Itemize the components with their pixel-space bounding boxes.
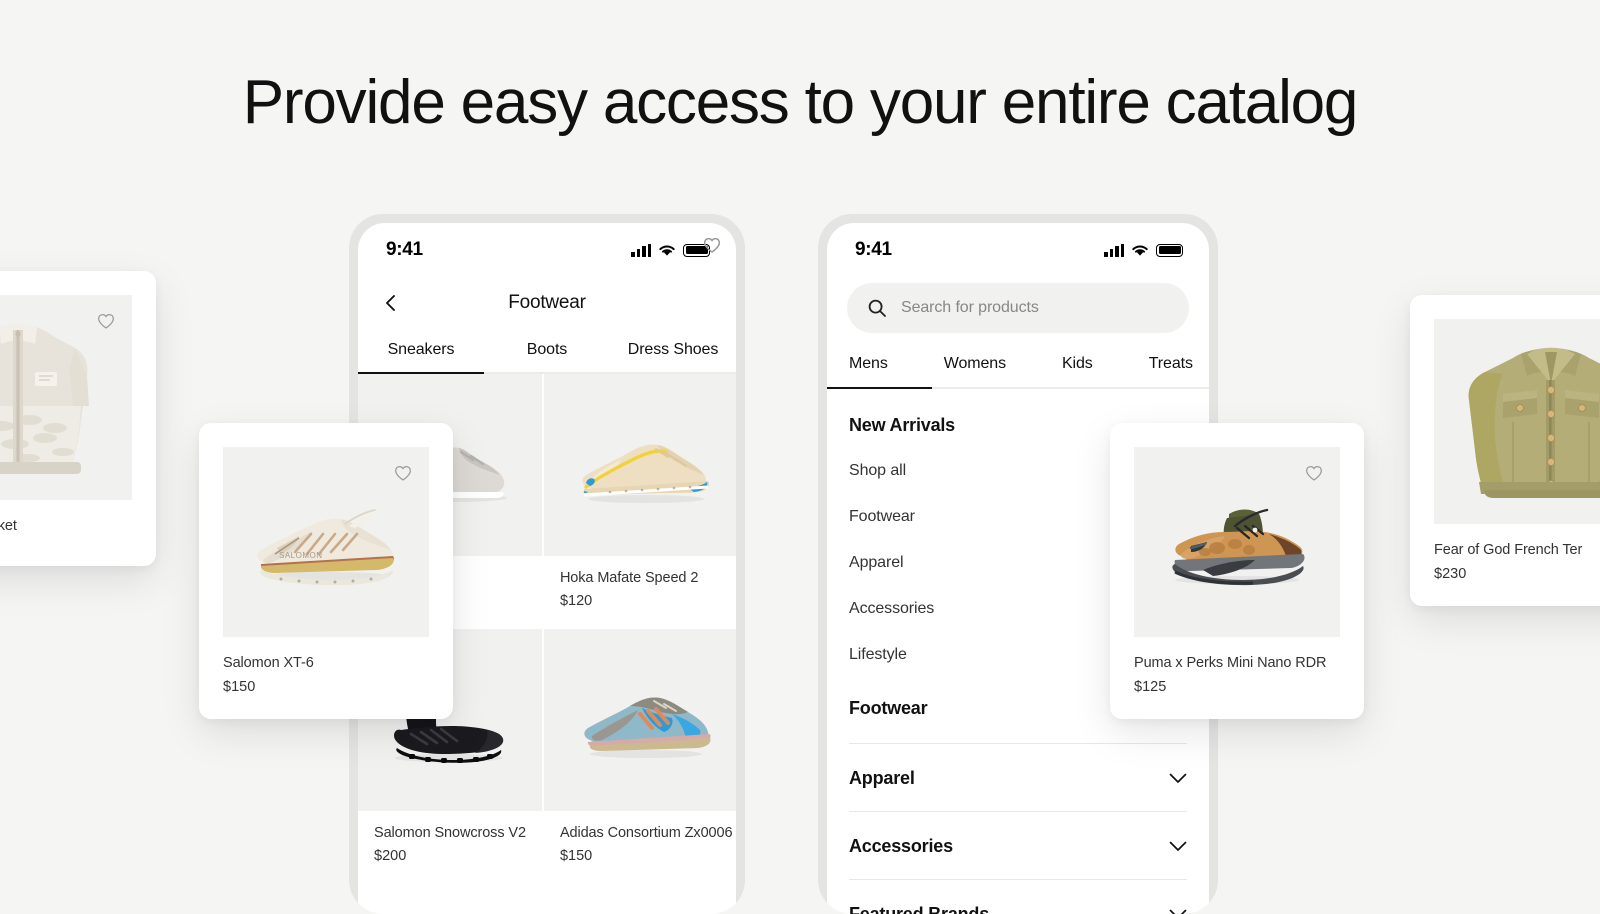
tab-dress-shoes[interactable]: Dress Shoes [610, 341, 736, 374]
product-thumbnail [1434, 319, 1600, 524]
floating-product-card-denali[interactable]: ace Denali Jacket [0, 271, 156, 566]
status-bar: 9:41 [827, 223, 1209, 277]
svg-text:SALOMON: SALOMON [279, 551, 323, 560]
product-meta: Hoka Mafate Speed 2 $120 [544, 556, 736, 627]
accordion-apparel[interactable]: Apparel [849, 743, 1187, 811]
heart-icon[interactable] [1304, 463, 1324, 483]
search-container: Search for products [827, 277, 1209, 333]
floating-product-card-puma[interactable]: Puma x Perks Mini Nano RDR $125 [1110, 423, 1364, 719]
product-name: ace Denali Jacket [0, 518, 132, 534]
product-thumbnail [544, 374, 736, 556]
wifi-icon [658, 244, 676, 257]
signal-icon [631, 244, 651, 257]
product-image-hoka-mafate [570, 419, 722, 511]
status-bar: 9:41 [358, 223, 736, 277]
status-time: 9:41 [855, 239, 892, 261]
heart-icon[interactable] [96, 311, 116, 331]
tab-sneakers[interactable]: Sneakers [358, 341, 484, 374]
tab-boots[interactable]: Boots [484, 341, 610, 374]
navbar-title: Footwear [358, 292, 736, 314]
product-price: $230 [1434, 566, 1600, 582]
product-name: Adidas Consortium Zx0006 [560, 825, 733, 841]
status-time: 9:41 [386, 239, 423, 261]
chevron-left-icon[interactable] [380, 292, 402, 314]
tab-active-underline [827, 387, 932, 390]
tab-mens[interactable]: Mens [849, 355, 944, 389]
product-image-salomon-xt6: SALOMON [241, 496, 411, 588]
audience-tabs: Mens Womens Kids Treats [827, 333, 1209, 389]
product-price: $120 [560, 593, 733, 609]
chevron-down-icon[interactable] [1169, 909, 1187, 914]
navbar: Footwear [358, 277, 736, 329]
product-name: Salomon Snowcross V2 [374, 825, 526, 841]
battery-icon [1156, 244, 1183, 257]
accordion-featured-brands[interactable]: Featured Brands [849, 879, 1187, 914]
search-placeholder: Search for products [901, 299, 1039, 317]
product-name: Salomon XT-6 [223, 655, 429, 671]
product-name: Hoka Mafate Speed 2 [560, 570, 733, 586]
heart-icon[interactable] [393, 463, 413, 483]
floating-product-card-salomon[interactable]: SALOMON Salomon XT-6 $150 [199, 423, 453, 719]
chevron-down-icon[interactable] [1169, 773, 1187, 784]
product-image-fog-trucker-jacket [1441, 332, 1600, 512]
status-icons [631, 244, 710, 257]
chevron-down-icon[interactable] [1169, 841, 1187, 852]
category-tabs: Sneakers Boots Dress Shoes [358, 329, 736, 374]
product-cell[interactable]: Hoka Mafate Speed 2 $120 [544, 374, 736, 627]
product-thumbnail [544, 629, 736, 811]
product-name: Puma x Perks Mini Nano RDR [1134, 655, 1340, 671]
product-price: $200 [374, 848, 526, 864]
product-price: $125 [1134, 679, 1340, 695]
product-image-puma-nano-rdr [1151, 492, 1323, 592]
search-icon [867, 298, 887, 318]
signal-icon [1104, 244, 1124, 257]
accordion-accessories[interactable]: Accessories [849, 811, 1187, 879]
wifi-icon [1131, 244, 1149, 257]
product-name: Fear of God French Ter [1434, 542, 1600, 558]
product-cell[interactable]: Adidas Consortium Zx0006 $150 [544, 629, 736, 882]
product-meta: Salomon Snowcross V2 $200 [358, 811, 542, 882]
product-image-denali-jacket [0, 310, 113, 485]
product-price: $150 [560, 848, 733, 864]
accordion-label: Apparel [849, 768, 915, 789]
product-image-adidas-zx0006 [570, 674, 722, 766]
tab-treats[interactable]: Treats [1149, 355, 1209, 389]
status-icons [1104, 244, 1183, 257]
tab-kids[interactable]: Kids [1062, 355, 1149, 389]
heart-icon[interactable] [702, 235, 722, 255]
product-price: $150 [223, 679, 429, 695]
product-meta: Adidas Consortium Zx0006 $150 [544, 811, 736, 882]
accordion-label: Accessories [849, 836, 953, 857]
tab-womens[interactable]: Womens [944, 355, 1062, 389]
floating-product-card-fear-of-god[interactable]: Fear of God French Ter $230 [1410, 295, 1600, 606]
search-input[interactable]: Search for products [847, 283, 1189, 333]
page-title: Provide easy access to your entire catal… [0, 66, 1600, 139]
accordion-label: Featured Brands [849, 904, 989, 914]
